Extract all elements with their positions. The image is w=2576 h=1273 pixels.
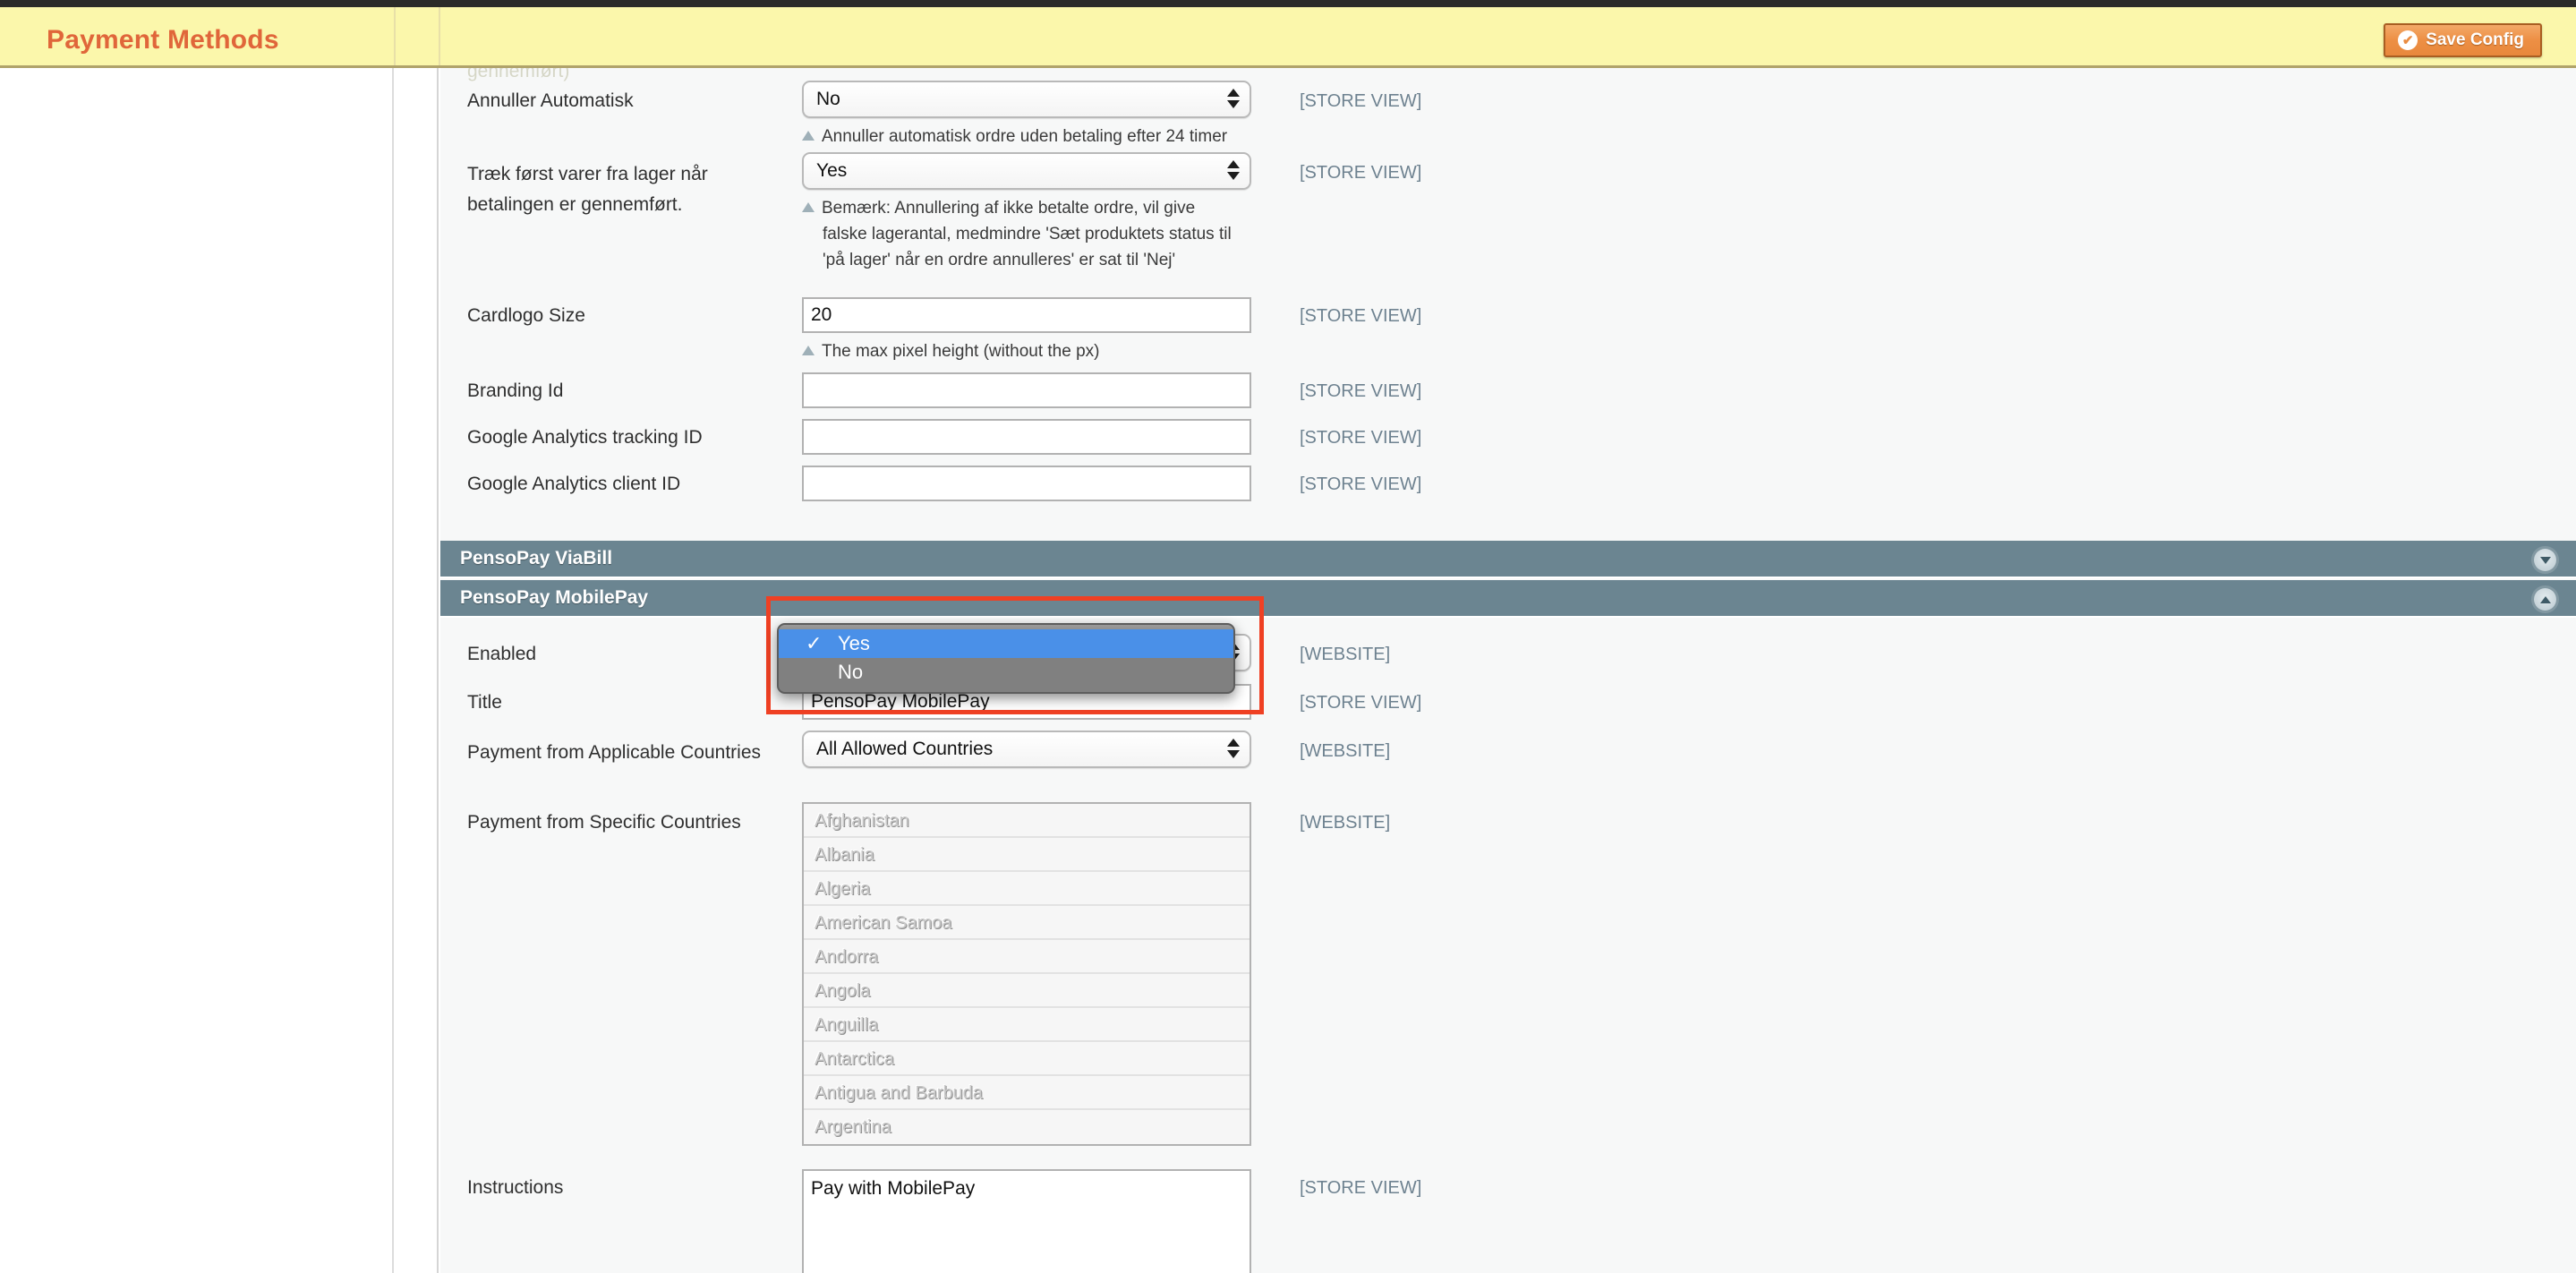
checkmark-icon: ✓: [806, 632, 823, 654]
note-text: Annuller automatisk ordre uden betaling …: [822, 127, 1228, 146]
select-value: All Allowed Countries: [816, 739, 994, 759]
country-option[interactable]: Andorra: [804, 940, 1250, 974]
field-note: Bemærk: Annullering af ikke betalte ordr…: [802, 195, 1232, 273]
scope-label: [WEBSITE]: [1300, 813, 1391, 833]
stepper-icon: [1227, 89, 1240, 108]
scope-label: [STORE VIEW]: [1300, 1178, 1422, 1198]
note-text: The max pixel height (without the px): [822, 342, 1100, 361]
section-header-pensopay-mobilepay[interactable]: PensoPay MobilePay: [440, 580, 2576, 618]
stepper-icon: [1227, 739, 1240, 758]
header-divider-left: [394, 7, 396, 65]
note-text-line3: 'på lager' når en ordre annulleres' er s…: [823, 251, 1176, 269]
left-sidebar: [0, 7, 394, 1273]
field-label: Enabled: [467, 644, 537, 664]
field-label: Cardlogo Size: [467, 305, 585, 326]
country-option[interactable]: American Samoa: [804, 906, 1250, 940]
content-gutter: [396, 7, 439, 1273]
cardlogo-size-input[interactable]: [802, 297, 1251, 333]
config-content-panel: Annuller Automatisk No Annuller automati…: [440, 7, 2576, 1273]
scope-label: [STORE VIEW]: [1300, 381, 1422, 401]
traek-foerst-varer-select[interactable]: Yes: [802, 152, 1251, 190]
country-option[interactable]: Anguilla: [804, 1008, 1250, 1042]
field-label: Payment from Specific Countries: [467, 812, 741, 833]
country-option[interactable]: Angola: [804, 974, 1250, 1008]
ga-client-id-input[interactable]: [802, 466, 1251, 501]
country-option[interactable]: Albania: [804, 838, 1250, 872]
select-value: Yes: [816, 160, 848, 181]
dropdown-option-label: Yes: [838, 632, 870, 654]
scope-label: [WEBSITE]: [1300, 741, 1391, 761]
section-title: PensoPay ViaBill: [460, 548, 613, 568]
country-option[interactable]: Argentina: [804, 1110, 1250, 1144]
app-root: Annuller Automatisk No Annuller automati…: [0, 0, 2576, 1273]
instructions-textarea[interactable]: Pay with MobilePay: [802, 1169, 1251, 1273]
scope-label: [STORE VIEW]: [1300, 163, 1422, 183]
dropdown-option-yes[interactable]: ✓ Yes: [779, 629, 1233, 658]
field-label: Annuller Automatisk: [467, 90, 634, 111]
dropdown-option-no[interactable]: No: [779, 658, 1233, 687]
check-circle-icon: ✔: [2398, 30, 2418, 50]
chevron-up-circle-icon[interactable]: [2534, 588, 2556, 611]
scope-label: [STORE VIEW]: [1300, 474, 1422, 494]
field-label: Payment from Applicable Countries: [467, 742, 761, 763]
header-divider-right: [439, 7, 440, 65]
field-note: The max pixel height (without the px): [802, 338, 1100, 364]
note-triangle-icon: [802, 131, 815, 141]
note-triangle-icon: [802, 346, 815, 355]
scope-label: [WEBSITE]: [1300, 645, 1391, 664]
scope-label: [STORE VIEW]: [1300, 306, 1422, 326]
save-config-label: Save Config: [2426, 30, 2524, 49]
chevron-down-circle-icon[interactable]: [2534, 549, 2556, 571]
applicable-countries-select[interactable]: All Allowed Countries: [802, 730, 1251, 768]
browser-chrome-strip: [0, 0, 2576, 7]
note-text-line2: falske lagerantal, medmindre 'Sæt produk…: [823, 225, 1232, 243]
section-title: PensoPay MobilePay: [460, 587, 649, 608]
save-config-button[interactable]: ✔ Save Config: [2384, 23, 2542, 57]
country-option[interactable]: Algeria: [804, 872, 1250, 906]
field-label: Instructions: [467, 1177, 564, 1198]
ga-tracking-id-input[interactable]: [802, 419, 1251, 455]
field-label: Title: [467, 692, 502, 713]
country-option[interactable]: Afghanistan: [804, 804, 1250, 838]
scope-label: [STORE VIEW]: [1300, 91, 1422, 111]
field-label: Google Analytics tracking ID: [467, 427, 703, 448]
field-label: Google Analytics client ID: [467, 474, 681, 494]
page-title: Payment Methods: [47, 25, 279, 55]
scope-label: [STORE VIEW]: [1300, 428, 1422, 448]
field-label: Branding Id: [467, 380, 564, 401]
country-option[interactable]: Antigua and Barbuda: [804, 1076, 1250, 1110]
field-label: Træk først varer fra lager når betalinge…: [467, 164, 708, 215]
note-text: Bemærk: Annullering af ikke betalte ordr…: [822, 199, 1196, 218]
select-value: No: [816, 89, 840, 109]
branding-id-input[interactable]: [802, 372, 1251, 408]
note-triangle-icon: [802, 202, 815, 212]
sticky-page-header: Payment Methods ✔ Save Config: [0, 7, 2576, 68]
enabled-dropdown-popup[interactable]: ✓ Yes No: [777, 623, 1235, 694]
annuller-automatisk-select[interactable]: No: [802, 81, 1251, 118]
dropdown-option-label: No: [838, 661, 864, 683]
stepper-icon: [1227, 160, 1240, 180]
section-header-pensopay-viabill[interactable]: PensoPay ViaBill: [440, 541, 2576, 578]
country-option[interactable]: Antarctica: [804, 1042, 1250, 1076]
specific-countries-multiselect[interactable]: Afghanistan Albania Algeria American Samoa A…: [802, 802, 1251, 1146]
scope-label: [STORE VIEW]: [1300, 693, 1422, 713]
field-note: Annuller automatisk ordre uden betaling …: [802, 124, 1227, 150]
